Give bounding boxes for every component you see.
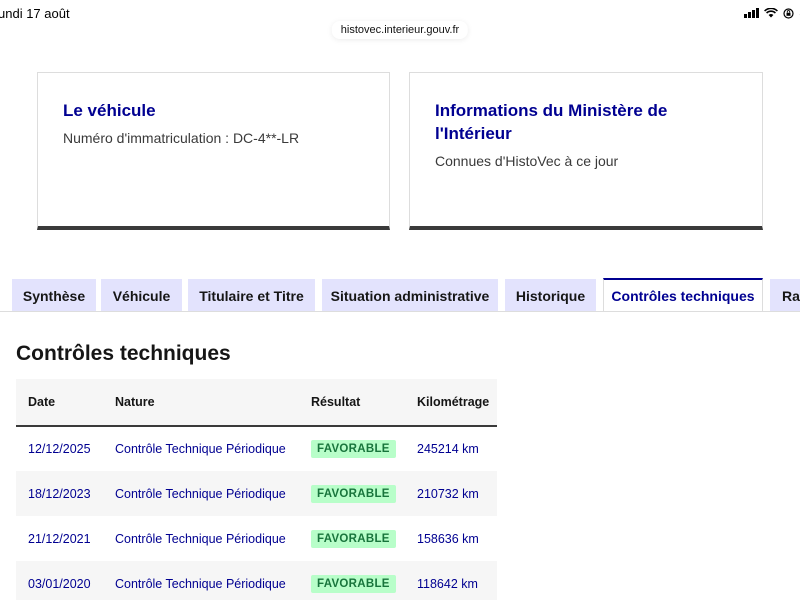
cell-result: FAVORABLE — [299, 561, 405, 600]
status-indicators: 8 — [744, 6, 800, 20]
result-badge: FAVORABLE — [311, 529, 396, 548]
cell-nature: Contrôle Technique Périodique — [115, 442, 286, 456]
tab-bar: Synthèse Véhicule Titulaire et Titre Sit… — [12, 278, 800, 312]
result-badge: FAVORABLE — [311, 574, 396, 593]
column-header-date: Date — [16, 379, 103, 427]
cell-mileage: 118642 km — [405, 561, 497, 600]
cell-nature: Contrôle Technique Périodique — [103, 471, 299, 516]
ministry-card-title: Informations du Ministère de l'Intérieur — [435, 101, 668, 143]
rotation-lock-icon — [783, 7, 794, 19]
column-header-nature: Nature — [103, 379, 299, 427]
tab-situation-administrative[interactable]: Situation administrative — [322, 279, 498, 312]
ministry-card: Informations du Ministère de l'Intérieur… — [409, 72, 763, 230]
cell-date: 12/12/2025 — [28, 442, 91, 456]
ministry-card-subtitle: Connues d'HistoVec à ce jour — [435, 153, 619, 169]
status-bar: undi 17 août 8 histovec.interieur.gouv.f… — [0, 0, 800, 39]
tab-synthese[interactable]: Synthèse — [12, 279, 96, 312]
vehicle-card-title: Le véhicule — [63, 101, 156, 120]
tab-vehicule[interactable]: Véhicule — [101, 279, 182, 312]
table-row: 18/12/2023 Contrôle Technique Périodique… — [16, 471, 497, 516]
vehicle-card: Le véhicule Numéro d'immatriculation : D… — [37, 72, 390, 230]
cell-mileage: 210732 km — [405, 471, 497, 516]
table-row: 12/12/2025 Contrôle Technique Périodique… — [16, 426, 497, 471]
technical-inspections-table: Date Nature Résultat Kilométrage 12/12/2… — [16, 379, 497, 600]
wifi-icon — [764, 8, 779, 18]
column-header-mileage: Kilométrage — [405, 379, 497, 427]
address-bar[interactable]: histovec.interieur.gouv.fr — [331, 21, 469, 39]
table-header-row: Date Nature Résultat Kilométrage — [16, 379, 497, 427]
tab-titulaire-et-titre[interactable]: Titulaire et Titre — [188, 279, 315, 312]
table-row: 21/12/2021 Contrôle Technique Périodique… — [16, 516, 497, 561]
cell-mileage: 245214 km — [417, 442, 479, 456]
tab-panel-divider — [0, 311, 800, 312]
cell-date: 21/12/2021 — [28, 531, 91, 546]
signal-icon — [744, 8, 760, 18]
tab-rapport[interactable]: Rap — [770, 279, 800, 312]
result-badge: FAVORABLE — [311, 484, 396, 503]
cell-nature: Contrôle Technique Périodique — [103, 561, 299, 600]
table-row: 03/01/2020 Contrôle Technique Périodique… — [16, 561, 497, 600]
registration-number: Numéro d'immatriculation : DC-4**-LR — [63, 130, 300, 146]
tab-historique[interactable]: Historique — [505, 279, 596, 312]
column-header-result: Résultat — [299, 379, 405, 427]
cell-date: 18/12/2023 — [16, 471, 103, 516]
section-title: Contrôles techniques — [16, 342, 231, 365]
result-badge: FAVORABLE — [311, 440, 396, 458]
cell-nature: Contrôle Technique Périodique — [115, 531, 286, 546]
status-time: undi 17 août — [0, 6, 70, 21]
cell-result: FAVORABLE — [299, 471, 405, 516]
tab-controles-techniques[interactable]: Contrôles techniques — [603, 278, 763, 312]
cell-date: 03/01/2020 — [16, 561, 103, 600]
cell-mileage: 158636 km — [417, 531, 479, 546]
cell-result: FAVORABLE — [299, 516, 405, 561]
cell-result: FAVORABLE — [299, 426, 405, 471]
